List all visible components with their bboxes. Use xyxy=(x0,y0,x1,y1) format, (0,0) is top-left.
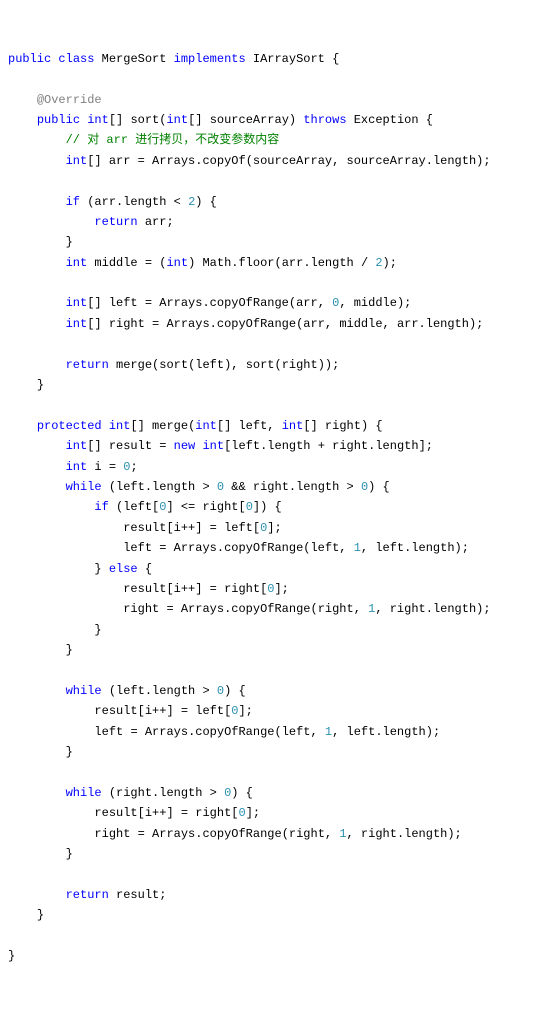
type: int xyxy=(166,113,188,127)
var: middle xyxy=(94,256,137,270)
method-call: copyOfRange xyxy=(231,602,310,616)
keyword: throws xyxy=(303,113,346,127)
type: int xyxy=(195,419,217,433)
method-name: sort xyxy=(130,113,159,127)
type: int xyxy=(109,419,131,433)
method-call: copyOfRange xyxy=(224,541,303,555)
method-call: sort xyxy=(159,358,188,372)
var: i xyxy=(94,460,101,474)
param: sourceArray xyxy=(210,113,289,127)
type: int xyxy=(66,439,88,453)
type: int xyxy=(66,317,88,331)
method-call: copyOfRange xyxy=(195,725,274,739)
code-block: public class MergeSort implements IArray… xyxy=(8,49,528,967)
method-call: copyOfRange xyxy=(202,827,281,841)
keyword: public xyxy=(37,113,80,127)
number: 2 xyxy=(375,256,382,270)
var: result xyxy=(109,439,152,453)
keyword: while xyxy=(66,480,102,494)
number: 0 xyxy=(238,806,245,820)
type: int xyxy=(66,460,88,474)
class-ref: Arrays xyxy=(166,317,209,331)
brace: { xyxy=(332,52,339,66)
param: left xyxy=(238,419,267,433)
class-ref: Arrays xyxy=(152,827,195,841)
keyword: return xyxy=(94,215,137,229)
class-ref: Arrays xyxy=(181,602,224,616)
type: int xyxy=(66,154,88,168)
type: int xyxy=(202,439,224,453)
class-ref: Arrays xyxy=(152,154,195,168)
number: 0 xyxy=(246,500,253,514)
number: 0 xyxy=(217,684,224,698)
class-ref: Arrays xyxy=(174,541,217,555)
keyword: if xyxy=(66,195,80,209)
interface-name: IArraySort xyxy=(253,52,325,66)
var: arr xyxy=(109,154,131,168)
type: int xyxy=(66,296,88,310)
keyword: return xyxy=(66,358,109,372)
keyword: else xyxy=(109,562,138,576)
var: right xyxy=(123,602,159,616)
keyword: protected xyxy=(37,419,102,433)
keyword: new xyxy=(174,439,196,453)
var: right xyxy=(109,317,145,331)
method-call: floor xyxy=(238,256,274,270)
keyword: while xyxy=(66,684,102,698)
param: right xyxy=(325,419,361,433)
method-call: merge xyxy=(116,358,152,372)
keyword: public xyxy=(8,52,51,66)
type: int xyxy=(166,256,188,270)
type: int xyxy=(66,256,88,270)
var: left xyxy=(123,541,152,555)
class-ref: Arrays xyxy=(159,296,202,310)
class-ref: Math xyxy=(202,256,231,270)
number: 0 xyxy=(217,480,224,494)
method-name: merge xyxy=(152,419,188,433)
keyword: implements xyxy=(174,52,246,66)
class-ref: Arrays xyxy=(145,725,188,739)
class-name: MergeSort xyxy=(102,52,167,66)
keyword: while xyxy=(66,786,102,800)
annotation: @Override xyxy=(37,93,102,107)
var: left xyxy=(94,725,123,739)
array-bracket: [] xyxy=(109,113,123,127)
comment: // 对 arr 进行拷贝，不改变参数内容 xyxy=(66,133,280,147)
method-call: copyOfRange xyxy=(210,296,289,310)
number: 1 xyxy=(354,541,361,555)
exception: Exception xyxy=(354,113,419,127)
var: right xyxy=(94,827,130,841)
var: left xyxy=(109,296,138,310)
number: 1 xyxy=(339,827,346,841)
method-call: copyOfRange xyxy=(217,317,296,331)
type: int xyxy=(282,419,304,433)
keyword: if xyxy=(94,500,108,514)
keyword: class xyxy=(58,52,94,66)
method-call: sort xyxy=(246,358,275,372)
keyword: return xyxy=(66,888,109,902)
type: int xyxy=(87,113,109,127)
method-call: copyOf xyxy=(202,154,245,168)
